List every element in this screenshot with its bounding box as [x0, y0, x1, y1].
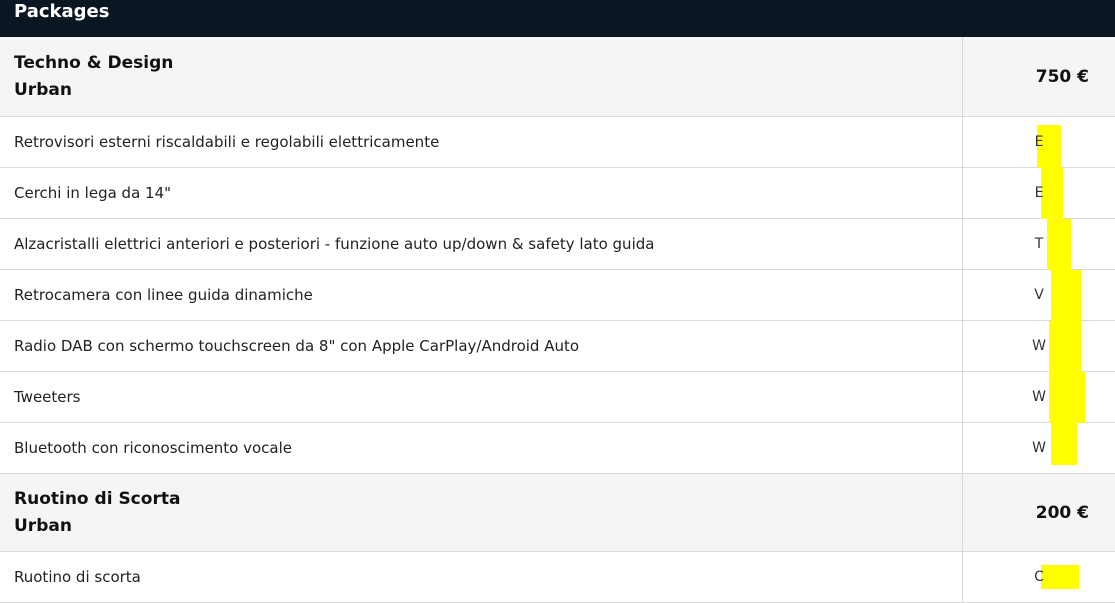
- package-name-cell: Ruotino di Scorta Urban: [0, 474, 963, 551]
- package-title: Techno & Design: [14, 52, 174, 73]
- feature-label: Retrovisori esterni riscaldabili e regol…: [0, 117, 963, 167]
- feature-code: W: [1032, 338, 1046, 354]
- feature-label: Alzacristalli elettrici anteriori e post…: [0, 219, 963, 269]
- feature-code-cell: W: [963, 423, 1115, 473]
- feature-label: Tweeters: [0, 372, 963, 422]
- package-row-ruotino-di-scorta: Ruotino di Scorta Urban 200 €: [0, 474, 1115, 552]
- table-row: Bluetooth con riconoscimento vocale W: [0, 423, 1115, 474]
- feature-code: E: [1034, 134, 1044, 150]
- packages-header: Packages: [0, 0, 1115, 37]
- packages-table: Techno & Design Urban 750 € Retrovisori …: [0, 37, 1115, 603]
- package-name-cell: Techno & Design Urban: [0, 37, 963, 116]
- feature-code-cell: W: [963, 321, 1115, 372]
- highlight-mark: [1047, 219, 1071, 270]
- feature-code-cell: V: [963, 270, 1115, 321]
- feature-label: Bluetooth con riconoscimento vocale: [0, 423, 963, 473]
- package-price: 200 €: [1035, 502, 1089, 523]
- table-row: Ruotino di scorta C: [0, 552, 1115, 603]
- package-row-techno-design: Techno & Design Urban 750 €: [0, 37, 1115, 117]
- feature-code-cell: W: [963, 372, 1115, 423]
- package-title: Ruotino di Scorta: [14, 488, 181, 509]
- package-subtitle: Urban: [14, 515, 72, 536]
- feature-label: Retrocamera con linee guida dinamiche: [0, 270, 963, 320]
- feature-label: Radio DAB con schermo touchscreen da 8" …: [0, 321, 963, 371]
- highlight-mark: [1051, 270, 1081, 321]
- table-row: Cerchi in lega da 14" E: [0, 168, 1115, 219]
- package-price: 750 €: [1035, 66, 1089, 87]
- feature-code-cell: C: [963, 552, 1115, 602]
- highlight-mark: [1051, 423, 1077, 465]
- highlight-mark: [1041, 168, 1063, 219]
- feature-code: W: [1032, 440, 1046, 456]
- feature-code: T: [1034, 236, 1044, 252]
- table-row: Radio DAB con schermo touchscreen da 8" …: [0, 321, 1115, 372]
- feature-code: E: [1034, 185, 1044, 201]
- highlight-mark: [1041, 565, 1079, 589]
- table-row: Retrocamera con linee guida dinamiche V: [0, 270, 1115, 321]
- feature-code-cell: E: [963, 117, 1115, 168]
- feature-code: V: [1034, 287, 1044, 303]
- table-row: Alzacristalli elettrici anteriori e post…: [0, 219, 1115, 270]
- package-subtitle: Urban: [14, 79, 72, 100]
- package-price-cell: 750 €: [963, 37, 1115, 116]
- feature-code: W: [1032, 389, 1046, 405]
- highlight-mark: [1049, 321, 1081, 372]
- feature-code-cell: E: [963, 168, 1115, 219]
- package-price-cell: 200 €: [963, 474, 1115, 551]
- feature-label: Cerchi in lega da 14": [0, 168, 963, 218]
- feature-code: C: [1034, 569, 1044, 585]
- table-row: Tweeters W: [0, 372, 1115, 423]
- feature-label: Ruotino di scorta: [0, 552, 963, 602]
- packages-title: Packages: [14, 1, 110, 22]
- table-row: Retrovisori esterni riscaldabili e regol…: [0, 117, 1115, 168]
- highlight-mark: [1049, 372, 1085, 423]
- feature-code-cell: T: [963, 219, 1115, 270]
